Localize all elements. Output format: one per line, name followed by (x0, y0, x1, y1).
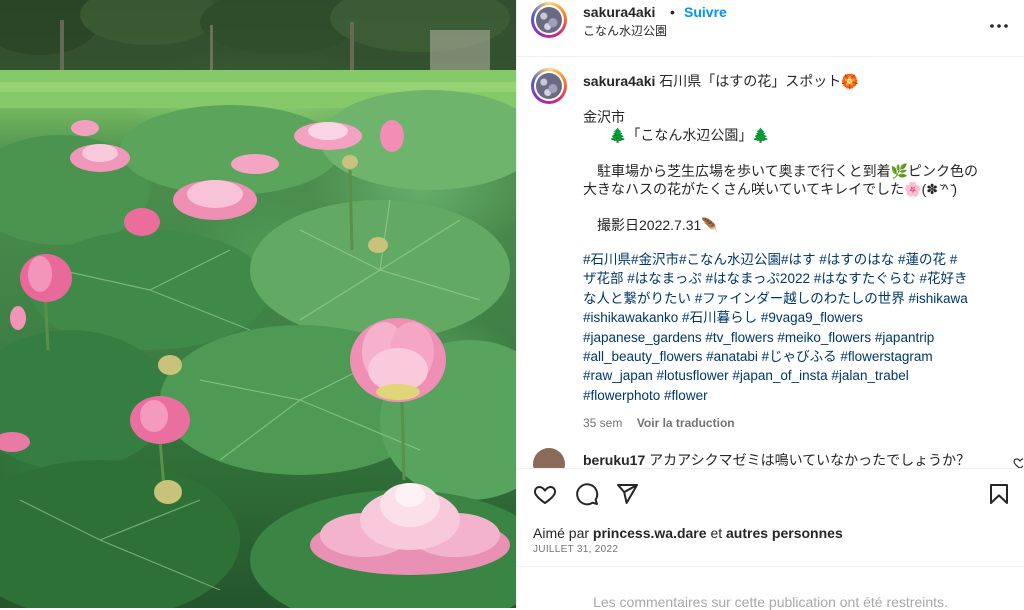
bookmark-icon[interactable] (987, 482, 1011, 506)
author-username[interactable]: sakura4aki (583, 4, 655, 20)
commenter-username[interactable]: beruku17 (583, 452, 645, 468)
like-heart-icon[interactable] (533, 482, 557, 506)
hashtag-line[interactable]: #flowerphoto #flower (583, 386, 1013, 405)
post-header: sakura4aki • Suivre こなん水辺公園 (517, 0, 1024, 57)
more-options-icon[interactable] (987, 14, 1011, 38)
follow-button[interactable]: Suivre (684, 4, 727, 20)
caption-park: 🌲「こなん水辺公園」🌲 (609, 127, 770, 143)
post-side-panel: sakura4aki • Suivre こなん水辺公園 sakura4aki 石… (517, 0, 1024, 610)
translate-link[interactable]: Voir la traduction (637, 416, 735, 430)
hashtag-line[interactable]: #all_beauty_flowers #anatabi #じゃびふる #flo… (583, 347, 1013, 366)
hashtag-line[interactable]: #raw_japan #lotusflower #japan_of_insta … (583, 366, 1013, 385)
likes-prefix: Aimé par (533, 525, 590, 541)
comment-text-line: beruku17 アカアシクマゼミは鳴いていなかったでしょうか？ (583, 450, 970, 468)
post-date: JUILLET 31, 2022 (533, 544, 619, 555)
comment-text: アカアシクマゼミは鳴いていなかったでしょうか？ (649, 452, 971, 468)
likes-connector: et (710, 525, 723, 541)
hashtag-line[interactable]: ザ花部 #はなまっぷ #はなまっぷ2022 #はなすたぐらむ #花好き (583, 269, 1013, 288)
comment-row: beruku17 アカアシクマゼミは鳴いていなかったでしょうか？ (533, 448, 1023, 468)
restricted-divider (517, 566, 1024, 567)
caption-date: 撮影日2022.7.31🪶 (597, 217, 719, 233)
caption-body-2: 大きなハスの花がたくさん咲いていてキレイでした🌸(✽ ̆^ ̆) (583, 181, 957, 197)
hashtag-line[interactable]: #ishikawakanko #石川暮らし #9vaga9_flowers (583, 308, 1013, 327)
lotus-photo-art (0, 0, 516, 608)
caption-title-line: sakura4aki 石川県「はすの花」スポット🏵️ (583, 72, 1013, 90)
caption-meta: 35 sem Voir la traduction (583, 414, 1013, 432)
comment-icon[interactable] (575, 482, 599, 506)
post-image[interactable] (0, 0, 516, 608)
caption: sakura4aki 石川県「はすの花」スポット🏵️ 金沢市 🌲「こなん水辺公園… (583, 72, 1013, 432)
author-avatar[interactable] (531, 2, 567, 38)
hashtag-line[interactable]: な人と繋がりたい #ファインダー越しのわたしの世界 #ishikawa (583, 289, 1013, 308)
likes-others[interactable]: autres personnes (726, 525, 843, 541)
caption-title: 石川県「はすの花」スポット🏵️ (659, 73, 859, 89)
caption-body-1: 駐車場から芝生広場を歩いて奥まで行くと到着🌿ピンク色の (597, 163, 979, 179)
action-bar (517, 476, 1024, 516)
post-age: 35 sem (583, 416, 623, 431)
actions-divider (517, 468, 1024, 469)
hashtags: #石川県#金沢市#こなん水辺公園#はす #はすのはな #蓮の花 # ザ花部 #は… (583, 250, 1013, 405)
likes-summary: Aimé par princess.wa.dare et autres pers… (533, 525, 843, 541)
hashtag-line[interactable]: #japanese_gardens #tv_flowers #meiko_flo… (583, 328, 1013, 347)
likes-user[interactable]: princess.wa.dare (593, 525, 707, 541)
caption-city: 金沢市 (583, 109, 625, 125)
commenter-avatar[interactable] (533, 448, 565, 468)
comment-like-icon[interactable] (1013, 456, 1023, 468)
caption-author[interactable]: sakura4aki (583, 73, 655, 89)
hashtag-line[interactable]: #石川県#金沢市#こなん水辺公園#はす #はすのはな #蓮の花 # (583, 250, 1013, 269)
caption-author-avatar[interactable] (531, 68, 567, 104)
location-link[interactable]: こなん水辺公園 (583, 22, 667, 39)
share-icon[interactable] (615, 482, 639, 506)
header-dot-separator: • (670, 4, 675, 20)
